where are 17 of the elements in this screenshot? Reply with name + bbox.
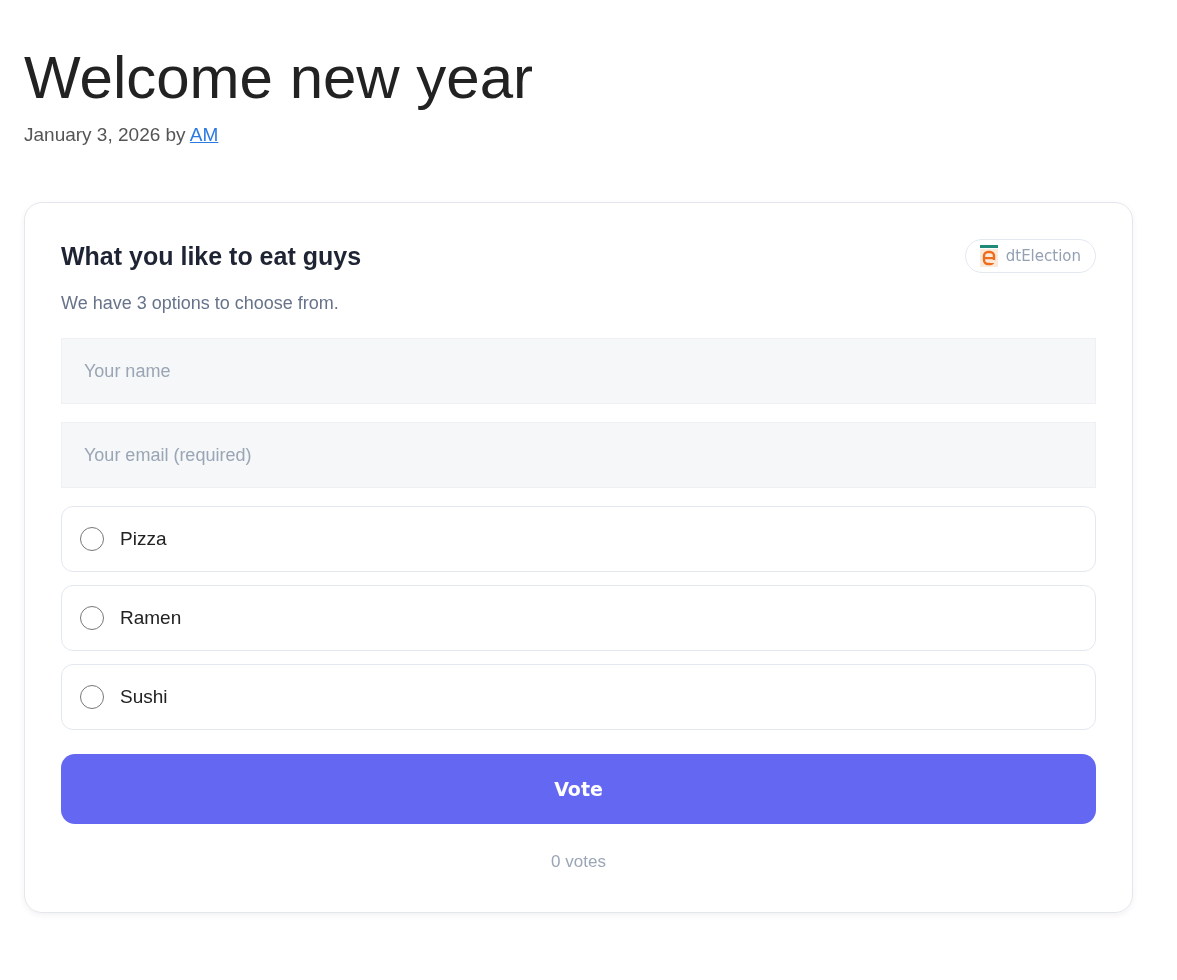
- option-label: Ramen: [120, 607, 182, 629]
- poll-description: We have 3 options to choose from.: [61, 293, 340, 314]
- vote-button[interactable]: Vote: [61, 754, 1096, 824]
- option-row[interactable]: Pizza: [61, 506, 1096, 572]
- vote-count: 0 votes: [550, 852, 607, 872]
- option-row[interactable]: Ramen: [61, 585, 1096, 651]
- post-title: Welcome new year: [24, 43, 535, 113]
- option-row[interactable]: Sushi: [61, 664, 1096, 730]
- author-link[interactable]: AM: [189, 124, 219, 145]
- input-field[interactable]: Your email (required): [61, 422, 1096, 488]
- badge-label: dtElection: [1005, 247, 1081, 265]
- option-label: Pizza: [120, 528, 167, 550]
- post-byline: January 3, 2026 by AM: [24, 124, 220, 146]
- input-field[interactable]: Your name: [61, 338, 1096, 404]
- poll-question: What you like to eat guys: [61, 241, 362, 271]
- logo-icon: [979, 245, 998, 267]
- option-label: Sushi: [120, 686, 168, 708]
